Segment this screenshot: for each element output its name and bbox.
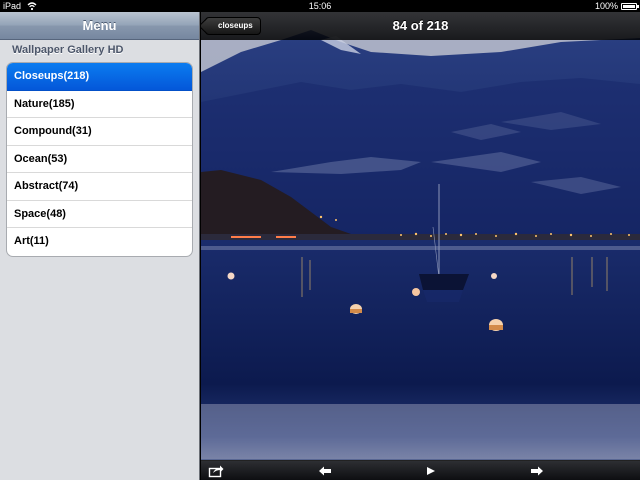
wallpaper-image[interactable] bbox=[201, 12, 640, 480]
share-icon[interactable] bbox=[208, 464, 224, 478]
play-icon[interactable] bbox=[423, 464, 439, 478]
category-list: Closeups(218) Nature(185) Compound(31) Ocea… bbox=[6, 62, 193, 257]
menu-item[interactable]: Ocean(53) bbox=[7, 146, 192, 173]
menu-pane: Menu Wallpaper Gallery HD Closeups(218) N… bbox=[0, 12, 200, 480]
viewer-navbar: closeups 84 of 218 bbox=[201, 12, 640, 40]
menu-title: Menu bbox=[0, 12, 199, 40]
clock: 15:06 bbox=[308, 1, 332, 11]
menu-item[interactable]: Space(48) bbox=[7, 201, 192, 228]
section-header: Wallpaper Gallery HD bbox=[12, 44, 124, 56]
photo-counter: 84 of 218 bbox=[392, 18, 449, 33]
next-arrow-icon[interactable] bbox=[529, 464, 545, 478]
menu-item[interactable]: Abstract(74) bbox=[7, 173, 192, 201]
viewer-toolbar bbox=[201, 460, 640, 480]
battery-icon bbox=[621, 3, 639, 10]
menu-item[interactable]: Art(11) bbox=[7, 228, 192, 256]
menu-item[interactable]: Compound(31) bbox=[7, 118, 192, 146]
photo-viewer[interactable]: closeups 84 of 218 bbox=[201, 12, 640, 480]
menu-item[interactable]: Nature(185) bbox=[7, 91, 192, 118]
previous-arrow-icon[interactable] bbox=[317, 464, 333, 478]
battery-percentage: 100% bbox=[594, 1, 618, 11]
status-bar: iPad 15:06 100% bbox=[0, 0, 640, 12]
menu-item[interactable]: Closeups(218) bbox=[7, 63, 192, 91]
